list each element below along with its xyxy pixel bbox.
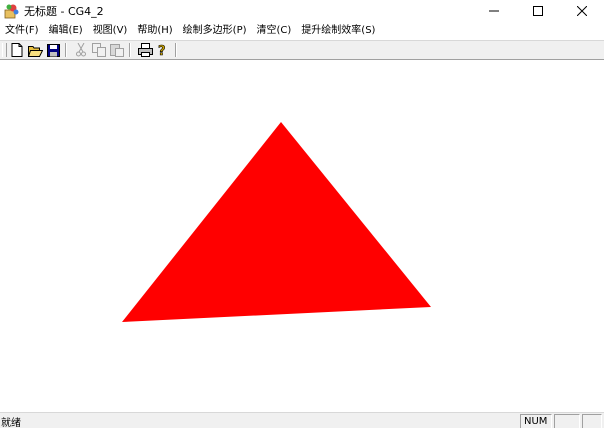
svg-text:?: ? [158,44,166,58]
menu-file[interactable]: 文件(F) [0,22,44,40]
close-button[interactable] [560,0,604,22]
help-icon: ? [158,43,166,58]
minimize-icon [489,10,499,12]
copy-button[interactable] [91,42,107,58]
status-pane-scroll [554,413,580,428]
menu-bar: 文件(F) 编辑(E) 视图(V) 帮助(H) 绘制多边形(P) 清空(C) 提… [0,22,604,40]
toolbar-separator [175,43,177,57]
window-title: 无标题 - CG4_2 [24,5,104,18]
minimize-button[interactable] [472,0,516,22]
copy-icon [92,43,106,57]
status-num-indicator: NUM [520,413,552,428]
new-file-icon [11,43,23,57]
cut-icon [76,43,86,57]
open-folder-icon [27,45,43,57]
print-button[interactable] [137,42,153,58]
save-button[interactable] [45,42,61,58]
paste-icon [110,44,124,57]
maximize-icon [533,6,543,16]
app-window: 无标题 - CG4_2 文件(F) 编辑(E) 视图(V) 帮助(H) 绘制多边… [0,0,604,428]
save-disk-icon [46,43,60,57]
status-bar: 就绪 NUM [0,412,604,428]
status-text: 就绪 [1,417,21,428]
cut-button[interactable] [73,42,89,58]
drawing-canvas[interactable] [0,60,604,412]
toolbar-separator [129,43,131,57]
close-icon [577,6,587,16]
print-icon [137,43,153,57]
toolbar: ? [0,40,604,60]
window-controls [472,0,604,22]
menu-help[interactable]: 帮助(H) [132,22,177,40]
title-bar[interactable]: 无标题 - CG4_2 [0,0,604,22]
canvas-svg [122,122,431,322]
menu-clear[interactable]: 清空(C) [252,22,297,40]
help-button[interactable]: ? [155,42,171,58]
open-button[interactable] [27,42,43,58]
red-triangle [122,122,431,322]
toolbar-separator [65,43,67,57]
toolbar-grip[interactable] [2,43,7,57]
paste-button[interactable] [109,42,125,58]
menu-draw-polygon[interactable]: 绘制多边形(P) [178,22,252,40]
app-icon[interactable] [4,3,20,19]
menu-edit[interactable]: 编辑(E) [44,22,88,40]
maximize-button[interactable] [516,0,560,22]
menu-view[interactable]: 视图(V) [88,22,133,40]
new-file-button[interactable] [9,42,25,58]
status-pane-extra [582,413,602,428]
menu-improve-efficiency[interactable]: 提升绘制效率(S) [296,22,380,40]
